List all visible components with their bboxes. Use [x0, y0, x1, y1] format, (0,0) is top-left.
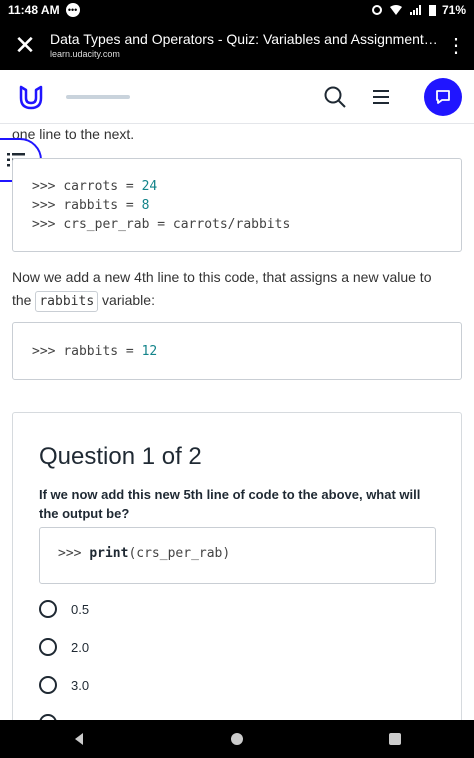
status-icons: 71%: [371, 3, 466, 17]
answer-option[interactable]: 0.5: [39, 600, 89, 618]
hamburger-menu-icon[interactable]: [368, 84, 394, 110]
code-line: >>> rabbits = 12: [32, 344, 158, 359]
system-navigation-bar: [0, 720, 474, 758]
code-line: >>> carrots = 24: [32, 179, 158, 194]
message-notification-icon: •••: [65, 3, 80, 17]
chat-icon: [436, 90, 450, 104]
option-label: 0.5: [71, 601, 90, 617]
signal-icon: [409, 5, 421, 15]
question-heading: Question 1 of 2: [39, 443, 202, 470]
breadcrumb[interactable]: [66, 94, 130, 99]
paragraph: Now we add a new 4th line to this code, …: [12, 266, 452, 313]
close-tab-button[interactable]: ✕: [0, 20, 50, 70]
status-time: 11:48 AM: [8, 3, 60, 17]
code-line: >>> rabbits = 8: [32, 198, 150, 213]
chat-button[interactable]: [424, 78, 462, 116]
battery-icon: [428, 5, 436, 16]
more-options-icon[interactable]: ⋮: [438, 20, 474, 70]
browser-toolbar: ✕ Data Types and Operators - Quiz: Varia…: [0, 20, 474, 70]
answer-option[interactable]: 3.0: [39, 676, 89, 694]
option-label: 2.0: [71, 639, 90, 655]
battery-percentage: 71%: [441, 3, 466, 17]
paragraph-text: variable:: [102, 292, 155, 308]
quiz-card: Question 1 of 2 If we now add this new 5…: [12, 412, 462, 720]
code-line: >>> crs_per_rab = carrots/rabbits: [32, 217, 291, 232]
search-icon[interactable]: [322, 84, 348, 110]
status-bar: 11:48 AM ••• 71%: [0, 0, 474, 20]
question-code-block: >>> print(crs_per_rab): [39, 527, 436, 584]
question-text: If we now add this new 5th line of code …: [39, 487, 421, 521]
tab-title-block: Data Types and Operators - Quiz: Variabl…: [50, 31, 438, 59]
home-icon[interactable]: [230, 732, 244, 746]
page-url: learn.udacity.com: [50, 49, 120, 59]
site-header: [0, 70, 474, 124]
radio-button[interactable]: [39, 638, 57, 656]
back-icon[interactable]: [72, 732, 86, 746]
lesson-content: one line to the next. >>> carrots = 24 >…: [0, 124, 474, 720]
data-saver-icon: [371, 5, 382, 15]
radio-button[interactable]: [39, 676, 57, 694]
answer-option[interactable]: 2.0: [39, 638, 89, 656]
code-block-2: >>> rabbits = 12: [12, 322, 462, 380]
wifi-icon: [389, 5, 402, 15]
recents-icon[interactable]: [388, 732, 402, 746]
radio-button[interactable]: [39, 600, 57, 618]
code-block-1: >>> carrots = 24 >>> rabbits = 8 >>> crs…: [12, 158, 462, 252]
option-label: 3.0: [71, 677, 90, 693]
page-title: Data Types and Operators - Quiz: Variabl…: [50, 31, 438, 47]
udacity-logo-icon[interactable]: [16, 82, 46, 112]
inline-code: rabbits: [35, 291, 99, 312]
